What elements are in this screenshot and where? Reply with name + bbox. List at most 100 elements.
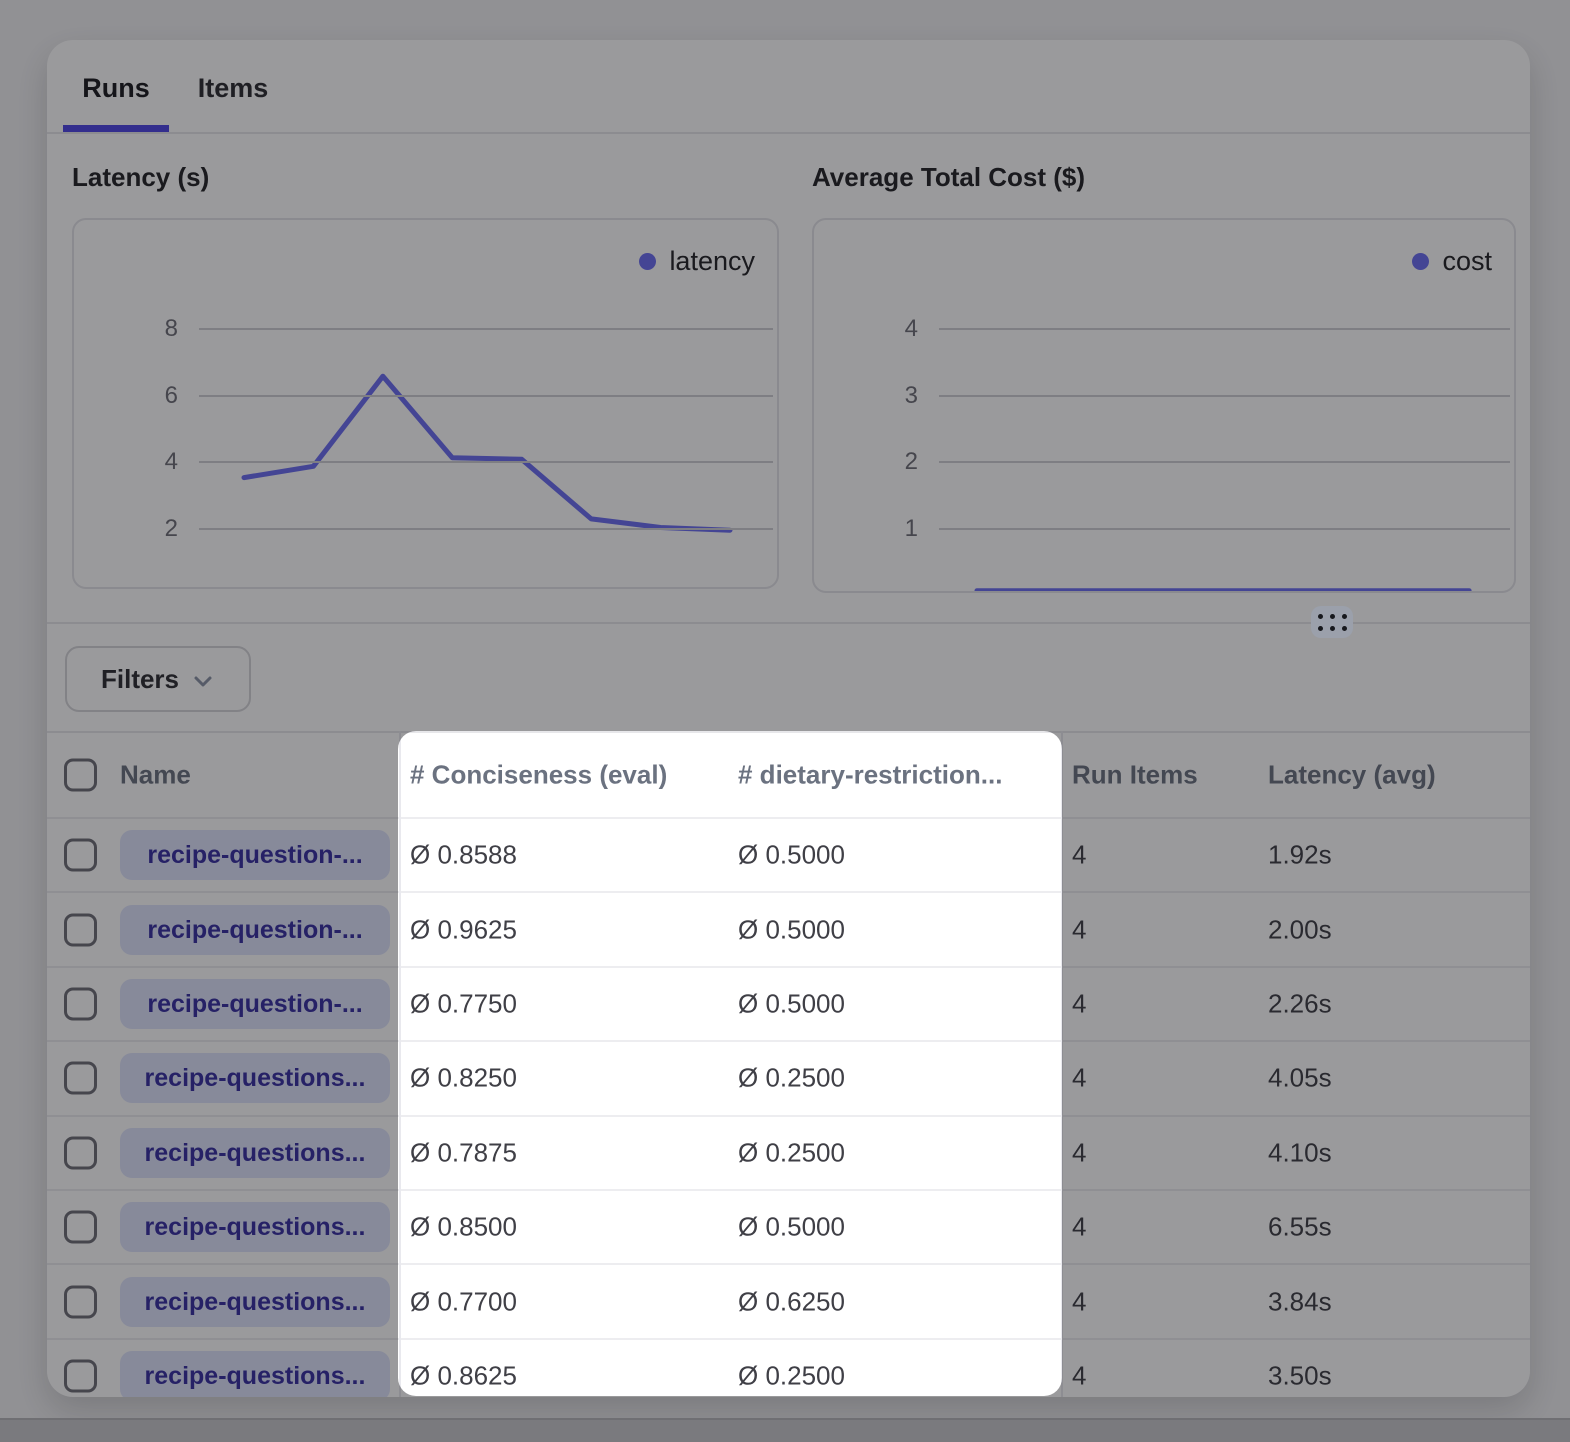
highlight-right-column-border	[1061, 731, 1063, 1397]
dietary-value: Ø 0.5000	[738, 914, 845, 945]
dietary-value: Ø 0.6250	[738, 1286, 845, 1317]
run-name-pill[interactable]: recipe-question-...	[120, 979, 390, 1029]
conciseness-value: Ø 0.7875	[410, 1137, 517, 1168]
latency-chart-panel: latency 8 6 4 2	[72, 218, 779, 589]
header-latency-avg[interactable]: Latency (avg)	[1268, 760, 1436, 791]
latency-chart-title: Latency (s)	[72, 162, 209, 193]
run-items-value: 4	[1072, 1360, 1086, 1391]
row-checkbox[interactable]	[64, 987, 97, 1020]
y-axis-tick-label: 6	[74, 380, 178, 412]
conciseness-value: Ø 0.8625	[410, 1360, 517, 1391]
table-row[interactable]: recipe-questions... Ø 0.8500 Ø 0.5000 4 …	[47, 1189, 1530, 1263]
run-name-pill[interactable]: recipe-question-...	[120, 905, 390, 955]
conciseness-value: Ø 0.7700	[410, 1286, 517, 1317]
chart-gridline	[199, 328, 773, 330]
run-name-pill[interactable]: recipe-question-...	[120, 830, 390, 880]
conciseness-value: Ø 0.8500	[410, 1212, 517, 1243]
table-body: recipe-question-... Ø 0.8588 Ø 0.5000 4 …	[47, 817, 1530, 1397]
table-row[interactable]: recipe-question-... Ø 0.8588 Ø 0.5000 4 …	[47, 817, 1530, 891]
table-row[interactable]: recipe-question-... Ø 0.9625 Ø 0.5000 4 …	[47, 891, 1530, 965]
latency-legend: latency	[639, 246, 755, 277]
run-items-value: 4	[1072, 914, 1086, 945]
row-checkbox[interactable]	[64, 913, 97, 946]
chart-gridline	[199, 395, 773, 397]
run-name-pill[interactable]: recipe-questions...	[120, 1277, 390, 1327]
resize-drag-handle[interactable]	[1311, 606, 1353, 638]
cost-legend-dot-icon	[1412, 253, 1429, 270]
conciseness-value: Ø 0.8588	[410, 840, 517, 871]
cost-chart-title: Average Total Cost ($)	[812, 162, 1085, 193]
latency-legend-dot-icon	[639, 253, 656, 270]
tab-bar: Runs Items	[47, 40, 1530, 134]
row-checkbox[interactable]	[64, 1359, 97, 1392]
dietary-value: Ø 0.2500	[738, 1063, 845, 1094]
run-name-pill[interactable]: recipe-questions...	[120, 1351, 390, 1397]
filters-button-label: Filters	[101, 664, 179, 695]
conciseness-value: Ø 0.8250	[410, 1063, 517, 1094]
header-run-items[interactable]: Run Items	[1072, 760, 1198, 791]
tab-items[interactable]: Items	[185, 40, 281, 130]
chart-gridline	[939, 528, 1510, 530]
tab-runs[interactable]: Runs	[63, 40, 169, 130]
chart-gridline	[199, 461, 773, 463]
table-row[interactable]: recipe-questions... Ø 0.8250 Ø 0.2500 4 …	[47, 1040, 1530, 1114]
chart-gridline	[939, 461, 1510, 463]
row-checkbox[interactable]	[64, 1136, 97, 1169]
select-all-checkbox[interactable]	[64, 759, 97, 792]
latency-value: 3.50s	[1268, 1360, 1332, 1391]
cost-line-chart	[814, 220, 1514, 591]
run-items-value: 4	[1072, 840, 1086, 871]
row-checkbox[interactable]	[64, 1211, 97, 1244]
run-items-value: 4	[1072, 1137, 1086, 1168]
dietary-value: Ø 0.5000	[738, 988, 845, 1019]
charts-table-divider	[47, 622, 1530, 624]
table-row[interactable]: recipe-questions... Ø 0.7700 Ø 0.6250 4 …	[47, 1263, 1530, 1337]
run-items-value: 4	[1072, 1212, 1086, 1243]
run-name-pill[interactable]: recipe-questions...	[120, 1053, 390, 1103]
latency-value: 2.26s	[1268, 988, 1332, 1019]
dietary-value: Ø 0.5000	[738, 1212, 845, 1243]
chevron-down-icon	[191, 669, 215, 693]
y-axis-tick-label: 3	[814, 380, 918, 412]
y-axis-tick-label: 8	[74, 313, 178, 345]
dietary-value: Ø 0.2500	[738, 1137, 845, 1168]
latency-value: 6.55s	[1268, 1212, 1332, 1243]
table-row[interactable]: recipe-questions... Ø 0.7875 Ø 0.2500 4 …	[47, 1115, 1530, 1189]
chart-gridline	[199, 528, 773, 530]
latency-legend-label: latency	[669, 246, 755, 277]
active-tab-underline	[63, 125, 169, 132]
header-dietary-restriction[interactable]: # dietary-restriction...	[738, 760, 1002, 791]
table-row[interactable]: recipe-questions... Ø 0.8625 Ø 0.2500 4 …	[47, 1338, 1530, 1397]
cost-chart-panel: cost 4321	[812, 218, 1516, 593]
header-conciseness[interactable]: # Conciseness (eval)	[410, 760, 667, 791]
dietary-value: Ø 0.5000	[738, 840, 845, 871]
runs-panel-card: Runs Items Latency (s) Average Total Cos…	[47, 40, 1530, 1397]
run-items-value: 4	[1072, 1063, 1086, 1094]
chart-gridline	[939, 328, 1510, 330]
y-axis-tick-label: 1	[814, 513, 918, 545]
row-checkbox[interactable]	[64, 1062, 97, 1095]
y-axis-tick-label: 4	[814, 313, 918, 345]
cost-legend: cost	[1412, 246, 1492, 277]
latency-value: 4.10s	[1268, 1137, 1332, 1168]
latency-value: 2.00s	[1268, 914, 1332, 945]
run-items-value: 4	[1072, 1286, 1086, 1317]
y-axis-tick-label: 4	[74, 446, 178, 478]
conciseness-value: Ø 0.7750	[410, 988, 517, 1019]
header-name[interactable]: Name	[120, 760, 191, 791]
cost-legend-label: cost	[1442, 246, 1492, 277]
dietary-value: Ø 0.2500	[738, 1360, 845, 1391]
highlight-left-column-border	[399, 731, 401, 1397]
y-axis-tick-label: 2	[74, 513, 178, 545]
table-row[interactable]: recipe-question-... Ø 0.7750 Ø 0.5000 4 …	[47, 966, 1530, 1040]
latency-value: 4.05s	[1268, 1063, 1332, 1094]
row-checkbox[interactable]	[64, 1285, 97, 1318]
tab-items-label: Items	[198, 73, 269, 103]
run-items-value: 4	[1072, 988, 1086, 1019]
tab-runs-label: Runs	[82, 73, 150, 103]
row-checkbox[interactable]	[64, 839, 97, 872]
page-bottom-band	[0, 1418, 1570, 1442]
run-name-pill[interactable]: recipe-questions...	[120, 1202, 390, 1252]
run-name-pill[interactable]: recipe-questions...	[120, 1128, 390, 1178]
filters-button[interactable]: Filters	[65, 646, 251, 712]
